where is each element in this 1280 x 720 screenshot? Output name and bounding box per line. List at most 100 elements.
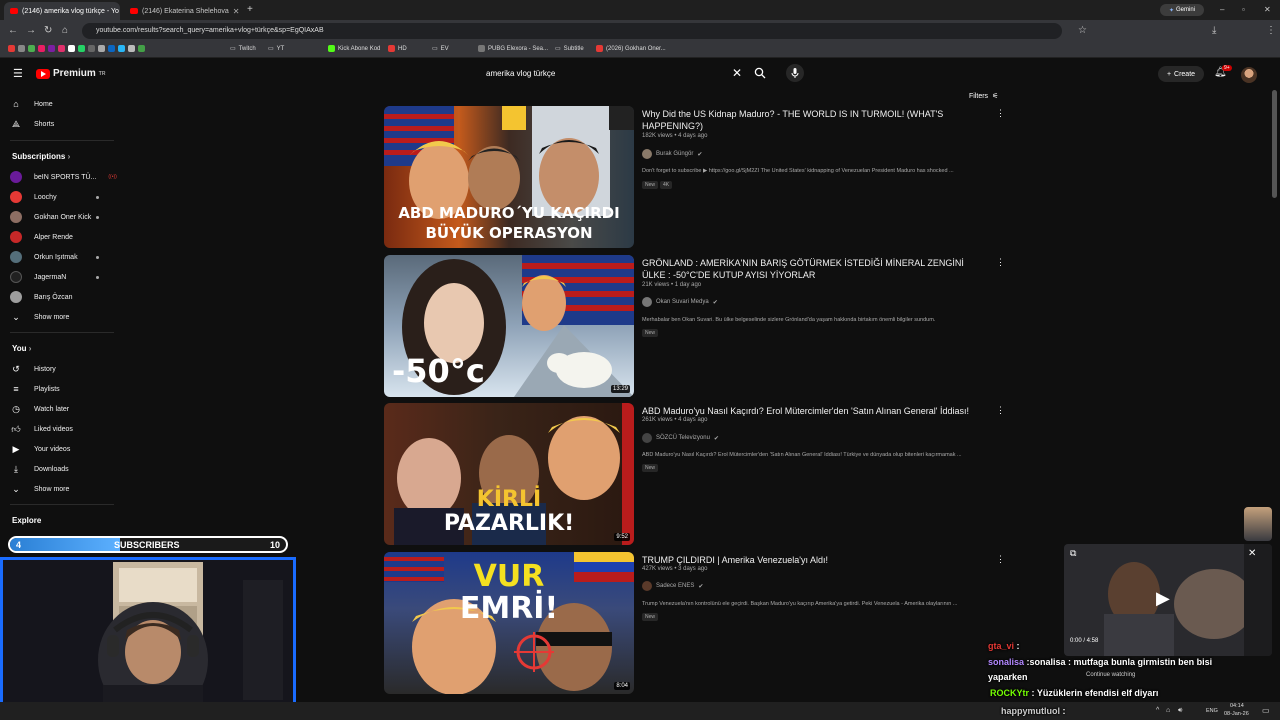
channel-link[interactable]: Sadece ENES ✔ xyxy=(642,581,703,591)
bookmark-ev[interactable]: ▭ EV xyxy=(432,45,449,53)
new-content-dot xyxy=(96,276,99,279)
more-actions-icon[interactable]: ⋮ xyxy=(996,554,1005,565)
bookmark-subtitle[interactable]: ▭ Subtitle xyxy=(555,45,584,53)
channel-link[interactable]: SÖZCÜ Televizyonu ✔ xyxy=(642,433,719,443)
close-window-button[interactable]: ✕ xyxy=(1264,5,1271,14)
liked-videos-icon: 👍︎ xyxy=(11,423,21,434)
bookmark-kick[interactable]: Kick Abone Kod xyxy=(328,45,380,52)
tab-title: (2146) Ekaterina Shelehova xyxy=(142,7,229,15)
channel-link[interactable]: Burak Güngör ✔ xyxy=(642,149,702,159)
you-heading[interactable]: You › xyxy=(12,344,31,353)
video-description: Trump Venezuela'nın kontrolünü ele geçir… xyxy=(642,601,958,607)
browser-menu-icon[interactable]: ⋮ xyxy=(1266,25,1276,36)
search-input[interactable]: amerika vlog türkçe xyxy=(486,69,555,78)
new-tab-button[interactable]: + xyxy=(247,4,253,15)
sidebar-item-your-videos[interactable]: ▶ Your videos xyxy=(10,442,71,456)
more-actions-icon[interactable]: ⋮ xyxy=(996,108,1005,119)
bookmark-yt[interactable]: ▭ YT xyxy=(268,45,284,53)
home-browser-icon[interactable]: ⌂ xyxy=(62,25,68,36)
filters-sliders-icon: ⚟ xyxy=(992,93,999,100)
video-result[interactable]: VUR EMRİ! 8:04 TRUMP ÇILDIRDI | Amerika … xyxy=(384,552,1005,694)
url-field[interactable]: youtube.com/results?search_query=amerika… xyxy=(82,23,1062,39)
reload-icon[interactable]: ↻ xyxy=(44,25,52,36)
volume-icon[interactable]: 🔊︎ xyxy=(1178,707,1182,715)
sidebar-item-subscription[interactable]: beIN SPORTS TÜ... ((•)) xyxy=(10,170,117,184)
chat-text: : xyxy=(1016,641,1020,651)
webcam-feed xyxy=(3,560,293,717)
sidebar-item-history[interactable]: ↺ History xyxy=(10,362,56,376)
more-actions-icon[interactable]: ⋮ xyxy=(996,405,1005,416)
bookmark-star-icon[interactable]: ☆ xyxy=(1078,25,1087,36)
folder-icon: ▭ xyxy=(555,46,561,52)
input-language[interactable]: ENG xyxy=(1206,708,1218,714)
video-description: ABD Maduro'yu Nasıl Kaçırdı? Erol Müterc… xyxy=(642,452,962,458)
voice-search-button[interactable] xyxy=(786,64,804,82)
video-meta: 21K views • 1 day ago xyxy=(642,282,702,288)
sidebar-item-subscription[interactable]: Alper Rende xyxy=(10,230,73,244)
youtube-logo[interactable]: Premium TR xyxy=(36,68,105,79)
video-result[interactable]: ABD MADURO´YU KAÇIRDI BÜYÜK OPERASYON Wh… xyxy=(384,106,1005,248)
bookmark-twitch[interactable]: ▭ Twitch xyxy=(230,45,256,53)
new-badge: New xyxy=(642,329,659,337)
tab-active[interactable]: (2146) amerika vlog türkçe - Yo ✕ xyxy=(4,2,120,20)
filters-button[interactable]: Filters ⚟ xyxy=(969,92,999,101)
page-scrollbar[interactable] xyxy=(1272,90,1277,198)
search-icon[interactable] xyxy=(754,67,766,82)
channel-link[interactable]: Okan Suvari Medya ✔ xyxy=(642,297,718,307)
forward-icon[interactable]: → xyxy=(26,25,36,36)
video-thumbnail[interactable]: VUR EMRİ! 8:04 xyxy=(384,552,634,694)
create-button[interactable]: + Create xyxy=(1158,66,1204,82)
bookmark-pubg[interactable]: PUBG Elexora - Sea... xyxy=(478,45,548,52)
video-title[interactable]: ABD Maduro'yu Nasıl Kaçırdı? Erol Müterc… xyxy=(642,405,982,417)
clear-search-icon[interactable]: ✕ xyxy=(732,66,742,80)
close-tab-icon[interactable]: ✕ xyxy=(233,7,240,16)
downloads-browser-icon[interactable]: ⤓ xyxy=(1212,25,1216,36)
expand-miniplayer-icon[interactable]: ⧉ xyxy=(1070,548,1076,559)
network-icon[interactable]: ⌂ xyxy=(1166,707,1170,714)
video-title[interactable]: Why Did the US Kidnap Maduro? - THE WORL… xyxy=(642,108,982,132)
maximize-window-button[interactable]: ▫ xyxy=(1242,5,1245,14)
subscriptions-heading[interactable]: Subscriptions › xyxy=(12,152,70,161)
hamburger-menu-icon[interactable]: ☰ xyxy=(13,67,23,80)
sidebar-item-liked-videos[interactable]: 👍︎ Liked videos xyxy=(10,422,73,436)
sidebar-item-playlists[interactable]: ≡ Playlists xyxy=(10,382,59,396)
video-title[interactable]: GRÖNLAND : AMERİKA'NIN BARIŞ GÖTÜRMEK İS… xyxy=(642,257,982,281)
video-thumbnail[interactable]: -50°c 13:29 xyxy=(384,255,634,397)
sidebar-item-watch-later[interactable]: ◷ Watch later xyxy=(10,402,69,416)
video-result[interactable]: KİRLİ PAZARLIK! 9:52 ABD Maduro'yu Nasıl… xyxy=(384,403,1005,545)
back-icon[interactable]: ← xyxy=(8,25,18,36)
close-miniplayer-icon[interactable]: ✕ xyxy=(1248,548,1256,559)
thumbnail-caption: KİRLİ xyxy=(476,487,542,512)
channel-avatar xyxy=(10,251,22,263)
video-title[interactable]: TRUMP ÇILDIRDI | Amerika Venezuela'yı Al… xyxy=(642,554,982,566)
video-thumbnail[interactable]: ABD MADURO´YU KAÇIRDI BÜYÜK OPERASYON xyxy=(384,106,634,248)
sidebar-item-subscription[interactable]: Gokhan Oner Kick xyxy=(10,210,91,224)
browser-tab-bar: (2146) amerika vlog türkçe - Yo ✕ (2146)… xyxy=(0,0,1280,20)
play-icon[interactable]: ▶ xyxy=(1156,588,1170,609)
sidebar-item-home[interactable]: ⌂ Home xyxy=(10,97,52,111)
more-actions-icon[interactable]: ⋮ xyxy=(996,257,1005,268)
bookmark-icons-group[interactable] xyxy=(8,45,145,52)
sidebar-show-more-subscriptions[interactable]: ⌄ Show more xyxy=(10,310,69,324)
sidebar-item-subscription[interactable]: Loochy xyxy=(10,190,57,204)
account-avatar[interactable] xyxy=(1241,67,1257,83)
sidebar-item-downloads[interactable]: ⤓ Downloads xyxy=(10,462,69,476)
tab-inactive[interactable]: (2146) Ekaterina Shelehova ✕ xyxy=(124,2,242,20)
minimize-window-button[interactable]: – xyxy=(1220,5,1224,14)
channel-avatar xyxy=(10,171,22,183)
search-box[interactable]: amerika vlog türkçe ✕ xyxy=(476,64,776,84)
notification-center-icon[interactable]: ▭ xyxy=(1262,706,1270,715)
tray-overflow-icon[interactable]: ^ xyxy=(1156,707,1159,714)
continue-watching-label[interactable]: Continue watching xyxy=(1086,672,1135,678)
video-thumbnail[interactable]: KİRLİ PAZARLIK! 9:52 xyxy=(384,403,634,545)
sidebar-item-subscription[interactable]: Barış Özcan xyxy=(10,290,73,304)
sidebar-item-shorts[interactable]: ⟁ Shorts xyxy=(10,117,54,131)
sidebar-show-more-you[interactable]: ⌄ Show more xyxy=(10,482,69,496)
video-result[interactable]: -50°c 13:29 GRÖNLAND : AMERİKA'NIN BARIŞ… xyxy=(384,255,1005,397)
gemini-button[interactable]: ✦ Gemini xyxy=(1160,4,1204,16)
bookmark-gokhan[interactable]: (2026) Gokhan Oner... xyxy=(596,45,666,52)
bookmark-hd[interactable]: HD xyxy=(388,45,407,52)
sidebar-item-subscription[interactable]: Orkun Işıtmak xyxy=(10,250,78,264)
new-badge: New xyxy=(642,181,659,189)
sidebar-item-subscription[interactable]: JagermaN xyxy=(10,270,66,284)
